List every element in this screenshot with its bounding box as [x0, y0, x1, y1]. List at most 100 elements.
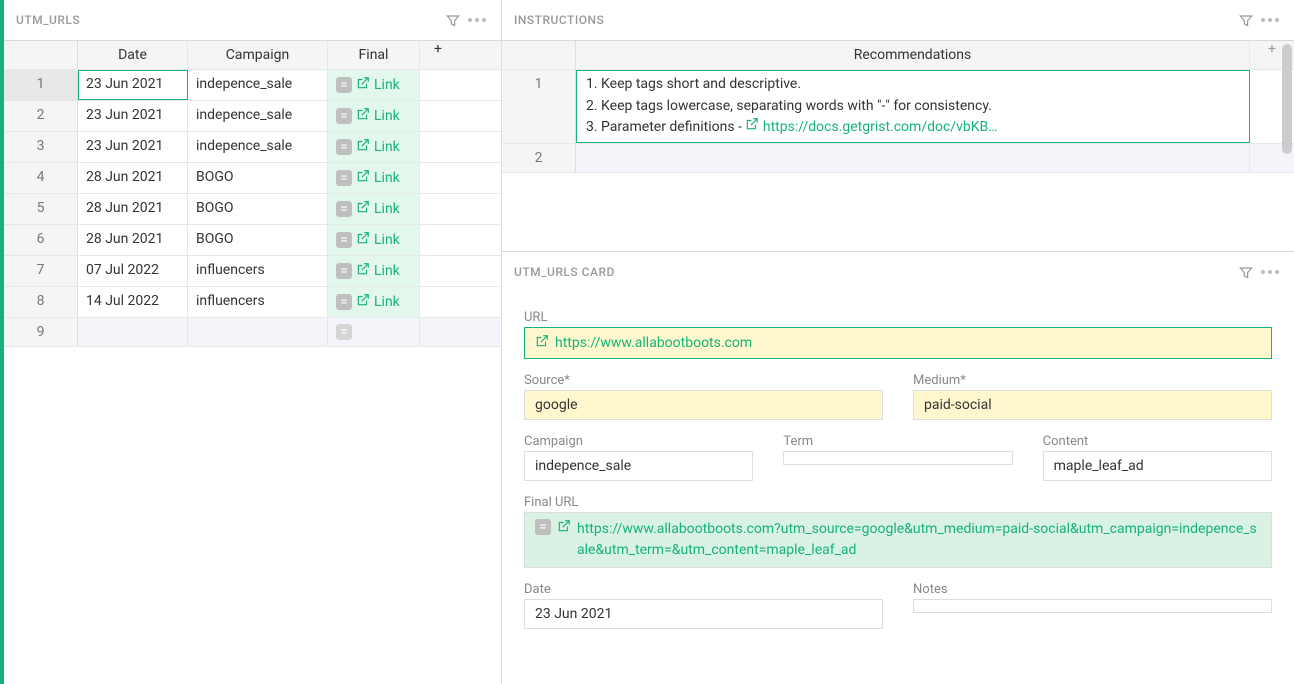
cell-date[interactable]: 28 Jun 2021	[78, 163, 188, 193]
label-campaign: Campaign	[524, 434, 753, 449]
link-label: Link	[374, 294, 400, 310]
external-link-icon	[356, 138, 370, 156]
filter-icon[interactable]	[441, 8, 465, 32]
medium-field[interactable]: paid-social	[913, 390, 1272, 420]
column-header-campaign[interactable]: Campaign	[188, 41, 328, 69]
cell-final-link[interactable]: = Link	[328, 101, 420, 131]
cell-campaign[interactable]: BOGO	[188, 194, 328, 224]
cell-campaign[interactable]	[188, 318, 328, 346]
table-row[interactable]: 2 23 Jun 2021 indepence_sale = Link	[4, 101, 501, 132]
utm-urls-header: UTM_URLS	[4, 0, 501, 40]
filter-icon[interactable]	[1234, 8, 1258, 32]
cell-campaign[interactable]: BOGO	[188, 163, 328, 193]
scrollbar-thumb[interactable]	[1282, 44, 1292, 154]
cell-date[interactable]: 14 Jul 2022	[78, 287, 188, 317]
cell-recommendations[interactable]: 1. Keep tags short and descriptive. 2. K…	[576, 70, 1250, 143]
row-number[interactable]: 2	[4, 101, 78, 131]
cell-final-link[interactable]: = Link	[328, 132, 420, 162]
row-number[interactable]: 1	[502, 70, 576, 143]
cell-campaign[interactable]: influencers	[188, 287, 328, 317]
rec-line-2: 2. Keep tags lowercase, separating words…	[586, 98, 992, 114]
table-row[interactable]: 4 28 Jun 2021 BOGO = Link	[4, 163, 501, 194]
external-link-icon	[356, 200, 370, 218]
cell-final-link[interactable]: = Link	[328, 256, 420, 286]
row-number[interactable]: 7	[4, 256, 78, 286]
url-value: https://www.allabootboots.com	[555, 335, 752, 351]
row-number[interactable]: 3	[4, 132, 78, 162]
cell-final-link[interactable]: = Link	[328, 194, 420, 224]
row-number[interactable]: 6	[4, 225, 78, 255]
section-title: UTM_URLS Card	[514, 265, 1234, 279]
rec-line-1: 1. Keep tags short and descriptive.	[586, 76, 801, 92]
cell-campaign[interactable]: indepence_sale	[188, 101, 328, 131]
column-header-date[interactable]: Date	[78, 41, 188, 69]
campaign-field[interactable]: indepence_sale	[524, 451, 753, 481]
filter-icon[interactable]	[1234, 260, 1258, 284]
row-number[interactable]: 8	[4, 287, 78, 317]
cell-recommendations[interactable]	[576, 144, 1250, 172]
row-num-header	[502, 41, 576, 69]
external-link-icon	[356, 293, 370, 311]
source-field[interactable]: google	[524, 390, 883, 420]
date-field[interactable]: 23 Jun 2021	[524, 599, 883, 629]
notes-field[interactable]	[913, 599, 1272, 613]
url-field[interactable]: https://www.allabootboots.com	[524, 327, 1272, 359]
formula-chip-icon: =	[336, 108, 352, 124]
formula-chip-icon: =	[336, 263, 352, 279]
table-row[interactable]: 7 07 Jul 2022 influencers = Link	[4, 256, 501, 287]
column-header-recommendations[interactable]: Recommendations	[576, 41, 1250, 69]
more-options-icon[interactable]	[1258, 260, 1282, 284]
cell-date[interactable]: 28 Jun 2021	[78, 194, 188, 224]
add-column-button[interactable]: +	[420, 41, 456, 69]
row-num-header	[4, 41, 78, 69]
rec-line-3-prefix: 3. Parameter definitions -	[586, 119, 745, 135]
table-row-empty[interactable]: 2	[502, 144, 1294, 173]
more-options-icon[interactable]	[465, 8, 489, 32]
table-row-empty[interactable]: 9 =	[4, 318, 501, 347]
cell-campaign[interactable]: indepence_sale	[188, 70, 328, 100]
content-field[interactable]: maple_leaf_ad	[1043, 451, 1272, 481]
table-row[interactable]: 1 1. Keep tags short and descriptive. 2.…	[502, 70, 1294, 144]
link-label: Link	[374, 170, 400, 186]
card-header: UTM_URLS Card	[502, 252, 1294, 292]
link-label: Link	[374, 263, 400, 279]
formula-chip-icon: =	[336, 77, 352, 93]
rec-link[interactable]: https://docs.getgrist.com/doc/vbKB…	[763, 119, 998, 135]
row-number[interactable]: 2	[502, 144, 576, 172]
cell-final-link[interactable]: =	[328, 318, 420, 346]
row-number[interactable]: 4	[4, 163, 78, 193]
row-number[interactable]: 5	[4, 194, 78, 224]
table-row[interactable]: 6 28 Jun 2021 BOGO = Link	[4, 225, 501, 256]
cell-final-link[interactable]: = Link	[328, 70, 420, 100]
cell-final-link[interactable]: = Link	[328, 225, 420, 255]
label-medium: Medium*	[913, 373, 1272, 388]
formula-chip-icon: =	[336, 139, 352, 155]
cell-date[interactable]: 23 Jun 2021	[78, 101, 188, 131]
cell-date[interactable]: 23 Jun 2021	[78, 132, 188, 162]
cell-campaign[interactable]: BOGO	[188, 225, 328, 255]
external-link-icon	[745, 119, 759, 135]
table-row[interactable]: 8 14 Jul 2022 influencers = Link	[4, 287, 501, 318]
cell-date[interactable]: 23 Jun 2021	[78, 70, 188, 100]
cell-final-link[interactable]: = Link	[328, 163, 420, 193]
column-header-final[interactable]: Final	[328, 41, 420, 69]
external-link-icon	[557, 519, 571, 561]
cell-campaign[interactable]: indepence_sale	[188, 132, 328, 162]
table-row[interactable]: 1 23 Jun 2021 indepence_sale = Link	[4, 70, 501, 101]
label-content: Content	[1043, 434, 1272, 449]
table-row[interactable]: 5 28 Jun 2021 BOGO = Link	[4, 194, 501, 225]
external-link-icon	[356, 169, 370, 187]
cell-date[interactable]: 07 Jul 2022	[78, 256, 188, 286]
label-source: Source*	[524, 373, 883, 388]
row-number[interactable]: 9	[4, 318, 78, 346]
final-url-field[interactable]: = https://www.allabootboots.com?utm_sour…	[524, 512, 1272, 568]
cell-final-link[interactable]: = Link	[328, 287, 420, 317]
row-number[interactable]: 1	[4, 70, 78, 100]
cell-campaign[interactable]: influencers	[188, 256, 328, 286]
cell-date[interactable]: 28 Jun 2021	[78, 225, 188, 255]
label-term: Term	[783, 434, 1012, 449]
cell-date[interactable]	[78, 318, 188, 346]
term-field[interactable]	[783, 451, 1012, 465]
more-options-icon[interactable]	[1258, 8, 1282, 32]
table-row[interactable]: 3 23 Jun 2021 indepence_sale = Link	[4, 132, 501, 163]
